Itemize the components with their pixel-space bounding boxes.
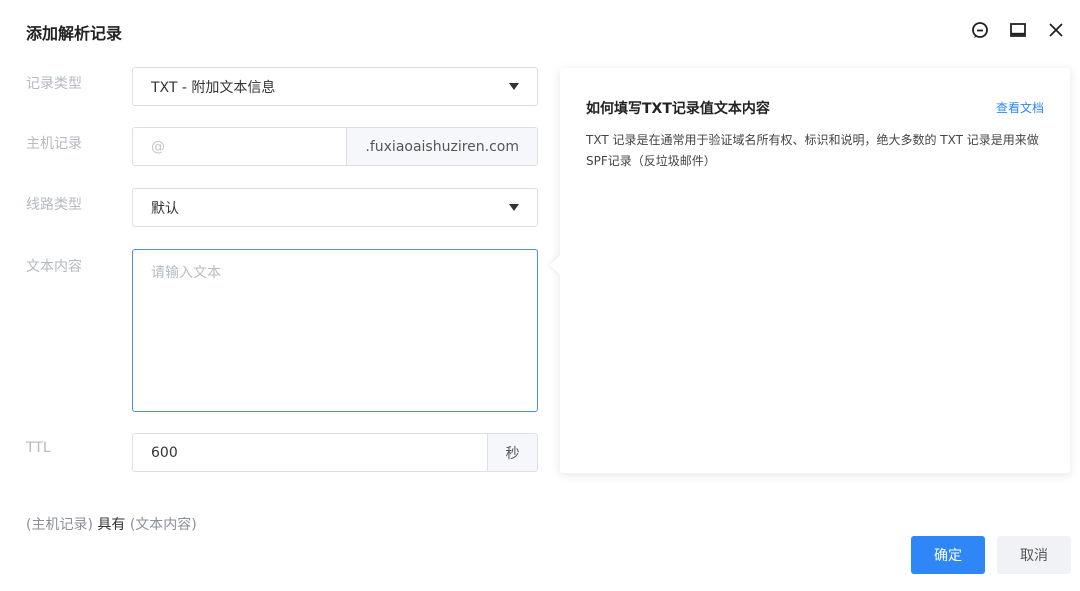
host-input[interactable]: @ <box>133 128 346 165</box>
ttl-input[interactable]: 600 <box>133 434 487 471</box>
help-body: TXT 记录是在通常用于验证域名所有权、标识和说明，绝大多数的 TXT 记录是用… <box>586 133 1039 168</box>
line-type-select[interactable]: 默认 <box>132 188 538 227</box>
text-content-textarea[interactable]: 请输入文本 <box>132 249 538 412</box>
confirm-button[interactable]: 确定 <box>911 536 985 574</box>
host-field: @ .fuxiaoaishuziren.com <box>132 127 538 166</box>
ttl-field: 600 秒 <box>132 433 538 472</box>
text-content-label: 文本内容 <box>26 259 82 275</box>
record-type-value: TXT - 附加文本信息 <box>151 79 276 96</box>
help-panel: 如何填写TXT记录值文本内容 查看文档 TXT 记录是在通常用于验证域名所有权、… <box>550 68 1070 473</box>
add-record-dialog: 添加解析记录 记录类型 TXT - 附加文本信息 主机记录 @ .fuxiaoa… <box>0 0 1080 591</box>
ttl-label: TTL <box>26 440 51 456</box>
summary-verb: 具有 <box>97 517 126 533</box>
summary-host: (主机记录) <box>26 517 93 533</box>
chat-icon[interactable] <box>968 18 992 42</box>
record-type-select[interactable]: TXT - 附加文本信息 <box>132 67 538 106</box>
line-type-value: 默认 <box>151 200 179 217</box>
caret-down-icon <box>509 204 519 211</box>
line-type-label: 线路类型 <box>26 197 82 213</box>
close-icon[interactable] <box>1044 18 1068 42</box>
minimize-icon[interactable] <box>1006 18 1030 42</box>
host-label: 主机记录 <box>26 136 82 152</box>
summary-content: (文本内容) <box>129 517 197 533</box>
record-summary: (主机记录) 具有 (文本内容) <box>26 514 197 534</box>
domain-suffix: .fuxiaoaishuziren.com <box>346 128 537 165</box>
dialog-title: 添加解析记录 <box>26 24 123 43</box>
view-docs-link[interactable]: 查看文档 <box>996 99 1044 116</box>
help-title: 如何填写TXT记录值文本内容 <box>586 101 770 117</box>
record-type-label: 记录类型 <box>26 76 82 92</box>
cancel-button[interactable]: 取消 <box>997 536 1071 574</box>
help-pointer <box>550 255 570 275</box>
ttl-unit: 秒 <box>487 434 537 471</box>
caret-down-icon <box>509 83 519 90</box>
window-controls <box>968 18 1068 42</box>
